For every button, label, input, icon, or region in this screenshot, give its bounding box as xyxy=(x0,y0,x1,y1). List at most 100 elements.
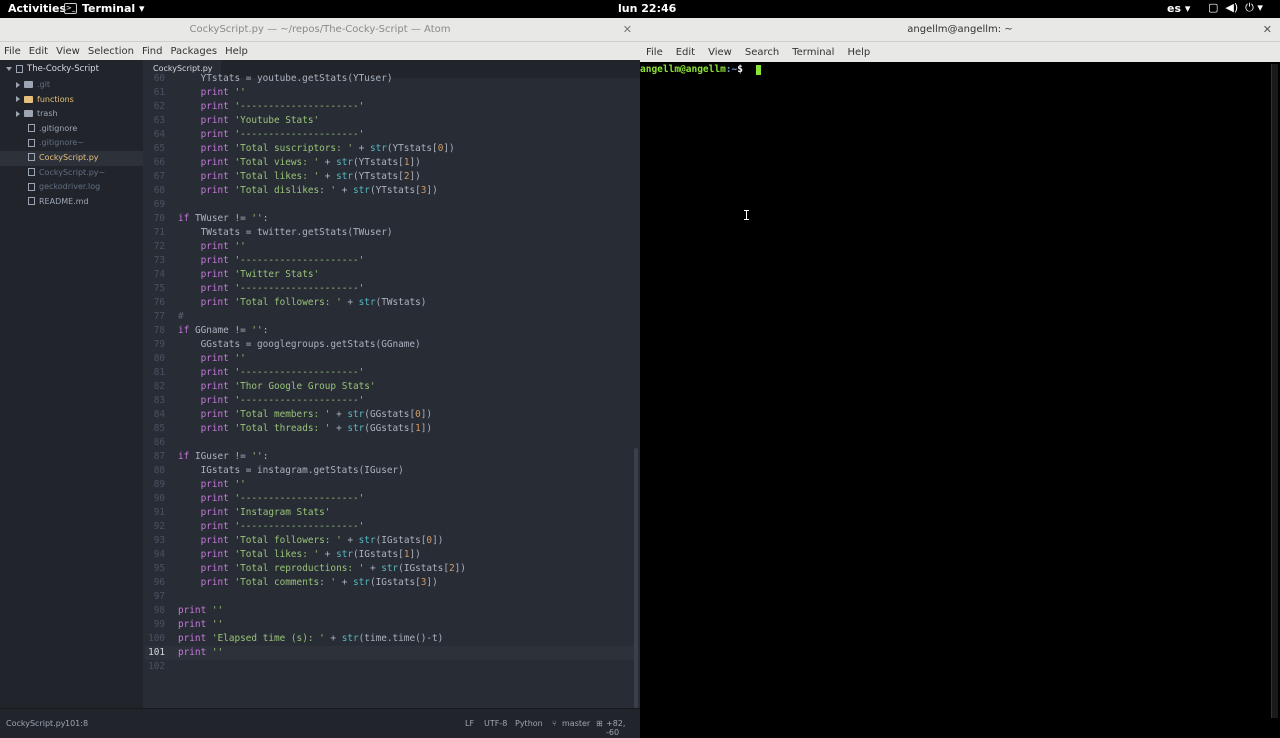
status-grammar[interactable]: Python xyxy=(515,719,543,728)
code-text: print '' xyxy=(178,647,224,658)
menu-file[interactable]: File xyxy=(4,46,26,57)
activities-button[interactable]: Activities xyxy=(8,2,66,15)
code-line[interactable]: 86 xyxy=(145,436,635,450)
status-cursor-position[interactable]: 101:8 xyxy=(65,719,88,728)
tree-folder[interactable]: .git xyxy=(0,78,143,93)
menu-help[interactable]: Help xyxy=(225,46,253,57)
system-tray[interactable]: ▢ ◀) ⏻ ▾ xyxy=(1208,1,1263,15)
code-line[interactable]: 63 print 'Youtube Stats' xyxy=(145,114,635,128)
menu-selection[interactable]: Selection xyxy=(88,46,139,57)
code-text: print 'Instagram Stats' xyxy=(200,507,331,518)
code-text: IGstats = instagram.getStats(IGuser) xyxy=(178,465,404,476)
menu-edit[interactable]: Edit xyxy=(29,46,53,57)
code-line[interactable]: 78 if GGname != '': xyxy=(145,324,635,338)
code-line[interactable]: 102 xyxy=(145,660,635,674)
file-icon xyxy=(28,138,35,147)
code-line[interactable]: 91 print 'Instagram Stats' xyxy=(145,506,635,520)
code-line[interactable]: 81 print '---------------------' xyxy=(145,366,635,380)
volume-icon: ◀) xyxy=(1225,1,1239,14)
menu-view[interactable]: View xyxy=(708,47,732,58)
tree-file[interactable]: README.md xyxy=(0,195,143,210)
code-text: if IGuser != '': xyxy=(178,451,269,462)
menu-help[interactable]: Help xyxy=(847,47,870,58)
code-line[interactable]: 75 print '---------------------' xyxy=(145,282,635,296)
code-line[interactable]: 84 print 'Total members: ' + str(GGstats… xyxy=(145,408,635,422)
code-line[interactable]: 64 print '---------------------' xyxy=(145,128,635,142)
code-line[interactable]: 87 if IGuser != '': xyxy=(145,450,635,464)
clock[interactable]: lun 22:46 xyxy=(618,2,676,15)
code-line[interactable]: 82 print 'Thor Google Group Stats' xyxy=(145,380,635,394)
code-line[interactable]: 96 print 'Total comments: ' + str(IGstat… xyxy=(145,576,635,590)
close-icon[interactable]: ✕ xyxy=(623,18,632,42)
tree-folder[interactable]: trash xyxy=(0,107,143,122)
menu-edit[interactable]: Edit xyxy=(676,47,695,58)
line-number: 81 xyxy=(153,367,165,378)
menu-view[interactable]: View xyxy=(56,46,85,57)
status-diff[interactable]: +82, -60 xyxy=(606,719,640,737)
code-line[interactable]: 74 print 'Twitter Stats' xyxy=(145,268,635,282)
code-line[interactable]: 99 print '' xyxy=(145,618,635,632)
line-number: 84 xyxy=(153,409,165,420)
code-line[interactable]: 61 print '' xyxy=(145,86,635,100)
code-line[interactable]: 85 print 'Total threads: ' + str(GGstats… xyxy=(145,422,635,436)
code-line[interactable]: 66 print 'Total views: ' + str(YTstats[1… xyxy=(145,156,635,170)
code-line[interactable]: 76 print 'Total followers: ' + str(TWsta… xyxy=(145,296,635,310)
close-icon[interactable]: ✕ xyxy=(1263,18,1272,42)
code-line[interactable]: 94 print 'Total likes: ' + str(IGstats[1… xyxy=(145,548,635,562)
code-line[interactable]: 77 # xyxy=(145,310,635,324)
vertical-scrollbar[interactable] xyxy=(634,448,638,708)
tree-file[interactable]: .gitignore xyxy=(0,122,143,137)
status-file[interactable]: CockyScript.py xyxy=(6,719,66,728)
terminal-output[interactable]: angellm@angellm:~$ xyxy=(640,62,1280,720)
code-line[interactable]: 79 GGstats = googlegroups.getStats(GGnam… xyxy=(145,338,635,352)
tree-root[interactable]: The-Cocky-Script xyxy=(0,60,143,78)
code-text: TWstats = twitter.getStats(TWuser) xyxy=(178,227,393,238)
menu-find[interactable]: Find xyxy=(142,46,168,57)
menu-packages[interactable]: Packages xyxy=(170,46,222,57)
keyboard-layout-indicator[interactable]: es ▾ xyxy=(1167,2,1190,15)
menu-terminal[interactable]: Terminal xyxy=(792,47,834,58)
tree-file[interactable]: CockyScript.py~ xyxy=(0,166,143,181)
code-line[interactable]: 93 print 'Total followers: ' + str(IGsta… xyxy=(145,534,635,548)
code-line[interactable]: 60 YTstats = youtube.getStats(YTuser) xyxy=(145,72,635,86)
status-branch[interactable]: master xyxy=(562,719,590,728)
status-line-ending[interactable]: LF xyxy=(465,719,474,728)
code-line[interactable]: 101 print '' xyxy=(145,646,635,660)
code-line[interactable]: 68 print 'Total dislikes: ' + str(YTstat… xyxy=(145,184,635,198)
code-line[interactable]: 92 print '---------------------' xyxy=(145,520,635,534)
atom-window: CockyScript.py — ~/repos/The-Cocky-Scrip… xyxy=(0,18,640,738)
tree-file[interactable]: geckodriver.log xyxy=(0,180,143,195)
code-line[interactable]: 98 print '' xyxy=(145,604,635,618)
app-menu-button[interactable]: >_ Terminal ▾ xyxy=(64,2,145,15)
code-line[interactable]: 72 print '' xyxy=(145,240,635,254)
terminal-title-bar[interactable]: angellm@angellm: ~ ✕ xyxy=(640,18,1280,42)
code-line[interactable]: 69 xyxy=(145,198,635,212)
code-line[interactable]: 62 print '---------------------' xyxy=(145,100,635,114)
menu-file[interactable]: File xyxy=(646,47,663,58)
terminal-scrollbar[interactable] xyxy=(1271,64,1278,718)
code-text: print 'Total views: ' + str(YTstats[1]) xyxy=(200,157,421,168)
code-line[interactable]: 88 IGstats = instagram.getStats(IGuser) xyxy=(145,464,635,478)
code-line[interactable]: 89 print '' xyxy=(145,478,635,492)
code-line[interactable]: 83 print '---------------------' xyxy=(145,394,635,408)
code-line[interactable]: 95 print 'Total reproductions: ' + str(I… xyxy=(145,562,635,576)
code-line[interactable]: 71 TWstats = twitter.getStats(TWuser) xyxy=(145,226,635,240)
code-line[interactable]: 97 xyxy=(145,590,635,604)
code-text: print '' xyxy=(200,353,246,364)
atom-title-bar[interactable]: CockyScript.py — ~/repos/The-Cocky-Scrip… xyxy=(0,18,640,42)
code-line[interactable]: 67 print 'Total likes: ' + str(YTstats[2… xyxy=(145,170,635,184)
tree-file[interactable]: .gitignore~ xyxy=(0,136,143,151)
code-line[interactable]: 73 print '---------------------' xyxy=(145,254,635,268)
menu-search[interactable]: Search xyxy=(745,47,779,58)
code-line[interactable]: 100 print 'Elapsed time (s): ' + str(time… xyxy=(145,632,635,646)
code-line[interactable]: 70 if TWuser != '': xyxy=(145,212,635,226)
code-line[interactable]: 80 print '' xyxy=(145,352,635,366)
status-encoding[interactable]: UTF-8 xyxy=(484,719,507,728)
tree-folder[interactable]: functions xyxy=(0,93,143,108)
code-line[interactable]: 65 print 'Total suscriptors: ' + str(YTs… xyxy=(145,142,635,156)
tree-file[interactable]: CockyScript.py xyxy=(0,150,143,166)
power-icon: ⏻ ▾ xyxy=(1245,1,1263,14)
code-area[interactable]: 59if YTuser != '':60 YTstats = youtube.g… xyxy=(145,72,635,702)
repo-icon xyxy=(16,64,23,73)
code-line[interactable]: 90 print '---------------------' xyxy=(145,492,635,506)
